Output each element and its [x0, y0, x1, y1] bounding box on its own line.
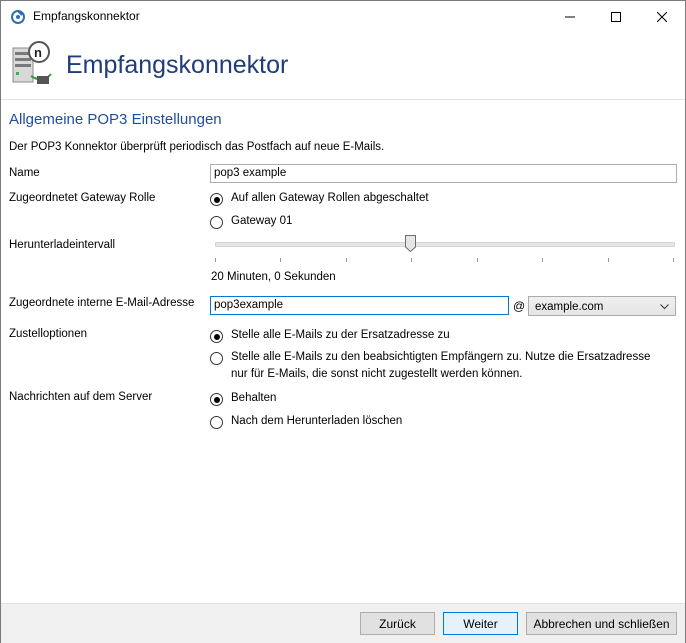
radio-unselected: [210, 216, 223, 229]
radio-selected: [210, 393, 223, 406]
gateway-role-label: Zugeordnetet Gateway Rolle: [9, 192, 156, 204]
dialog-window: Empfangskonnektor n Empfangskonnektor Al…: [0, 0, 686, 643]
slider-tick: [411, 258, 412, 262]
gateway-option-gateway-01[interactable]: Gateway 01: [210, 215, 292, 230]
slider-tick: [477, 258, 478, 262]
slider-tick: [542, 258, 543, 262]
radio-unselected: [210, 416, 223, 429]
next-button[interactable]: Weiter: [443, 612, 518, 635]
gateway-option-all-disabled[interactable]: Auf allen Gateway Rollen abgeschaltet: [210, 192, 429, 207]
radio-label-line2: nur für E-Mails, die sonst nicht zugeste…: [231, 368, 523, 380]
at-sign: @: [513, 299, 526, 313]
radio-label: Auf allen Gateway Rollen abgeschaltet: [231, 192, 429, 204]
window-title: Empfangskonnektor: [33, 9, 140, 23]
slider-tick: [346, 258, 347, 262]
maximize-icon: [611, 11, 621, 22]
delivery-option-substitute[interactable]: Stelle alle E-Mails zu der Ersatzadresse…: [210, 329, 450, 344]
email-domain-select[interactable]: example.com: [528, 296, 676, 316]
close-button[interactable]: [639, 1, 685, 32]
maximize-button[interactable]: [593, 1, 639, 32]
radio-unselected: [210, 352, 223, 365]
server-globe-icon: n: [12, 41, 52, 84]
minimize-icon: [565, 16, 575, 17]
slider-tick: [215, 258, 216, 262]
radio-label: Behalten: [231, 392, 277, 404]
slider-tick: [673, 258, 674, 262]
app-icon: [11, 10, 25, 24]
cancel-close-button[interactable]: Abbrechen und schließen: [526, 612, 677, 635]
radio-label: Stelle alle E-Mails zu den beabsichtigte…: [231, 349, 650, 383]
svg-text:n: n: [34, 45, 42, 60]
wizard-header: n Empfangskonnektor: [1, 32, 685, 100]
name-input[interactable]: pop3 example: [210, 164, 677, 183]
radio-label: Nach dem Herunterladen löschen: [231, 415, 403, 427]
server-option-delete[interactable]: Nach dem Herunterladen löschen: [210, 415, 402, 430]
slider-tick: [280, 258, 281, 262]
interval-slider-thumb[interactable]: [405, 235, 416, 252]
interval-value: 20 Minuten, 0 Sekunden: [211, 271, 336, 283]
radio-label: Gateway 01: [231, 215, 293, 227]
section-description: Der POP3 Konnektor überprüft periodisch …: [9, 141, 385, 153]
delivery-label: Zustelloptionen: [9, 328, 87, 340]
minimize-button[interactable]: [547, 1, 593, 32]
server-label: Nachrichten auf dem Server: [9, 391, 153, 403]
email-domain-value: example.com: [535, 301, 604, 313]
server-option-keep[interactable]: Behalten: [210, 392, 276, 407]
name-label: Name: [9, 167, 40, 179]
delivery-option-intended[interactable]: Stelle alle E-Mails zu den beabsichtigte…: [210, 351, 650, 383]
back-button[interactable]: Zurück: [360, 612, 435, 635]
title-bar[interactable]: Empfangskonnektor: [1, 1, 685, 32]
radio-selected: [210, 330, 223, 343]
email-label: Zugeordnete interne E-Mail-Adresse: [9, 297, 195, 309]
close-icon: [657, 11, 667, 22]
chevron-down-icon: [660, 304, 669, 310]
radio-label-line1: Stelle alle E-Mails zu den beabsichtigte…: [231, 351, 651, 363]
interval-label: Herunterladeintervall: [9, 239, 116, 251]
section-title: Allgemeine POP3 Einstellungen: [9, 111, 222, 128]
radio-selected: [210, 193, 223, 206]
radio-label: Stelle alle E-Mails zu der Ersatzadresse…: [231, 329, 450, 341]
email-local-input[interactable]: pop3example: [210, 296, 509, 315]
header-title: Empfangskonnektor: [66, 51, 289, 79]
slider-tick: [608, 258, 609, 262]
interval-slider-track[interactable]: [215, 242, 675, 247]
